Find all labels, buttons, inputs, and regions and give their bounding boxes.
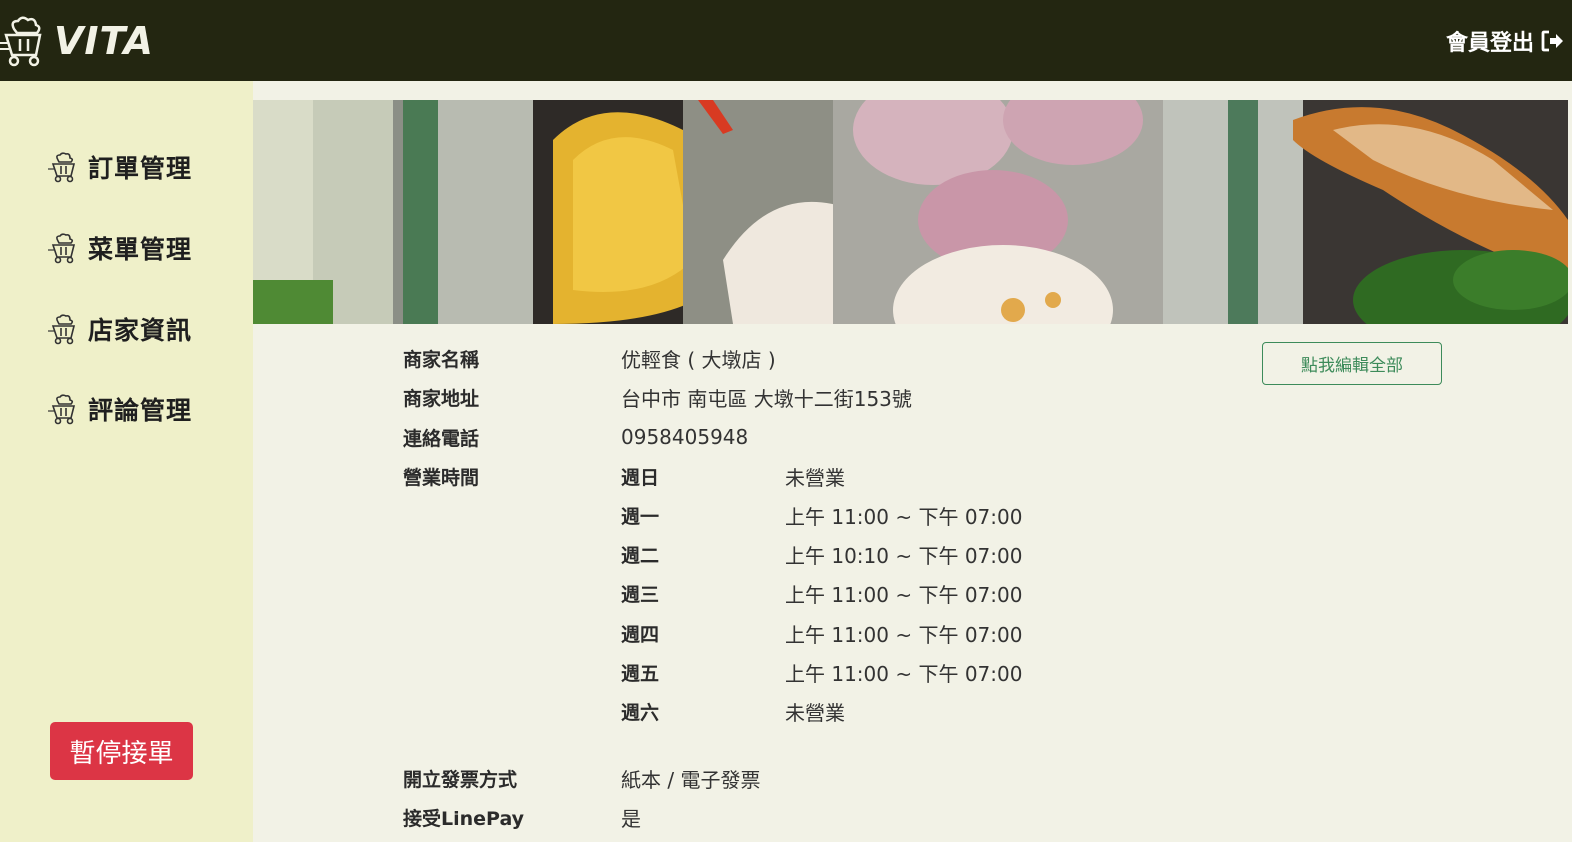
hours-row: 週五 上午 11:00 ~ 下午 07:00 xyxy=(621,657,1022,687)
sign-out-icon xyxy=(1541,30,1563,51)
hours-day: 週三 xyxy=(621,583,660,606)
logout-label: 會員登出 xyxy=(1445,30,1534,56)
store-address-row: 商家地址 台中市 南屯區 大墩十二街153號 xyxy=(403,382,912,412)
hours-day: 週六 xyxy=(621,701,660,724)
sidebar: 訂單管理 菜單管理 店家資訊 評論管理 暫停接單 xyxy=(0,81,253,842)
sidebar-item-store-info[interactable]: 店家資訊 xyxy=(48,311,192,347)
linepay-label: 接受LinePay xyxy=(403,807,525,830)
chef-cart-icon xyxy=(48,314,76,345)
store-phone-row: 連絡電話 0958405948 xyxy=(403,422,748,452)
invoice-value: 紙本 / 電子發票 xyxy=(621,767,761,792)
invoice-label: 開立發票方式 xyxy=(403,768,518,791)
hours-time: 未營業 xyxy=(785,700,845,725)
sidebar-item-reviews[interactable]: 評論管理 xyxy=(48,391,192,427)
hours-row: 週一 上午 11:00 ~ 下午 07:00 xyxy=(621,500,1022,530)
chef-cart-icon xyxy=(48,394,76,425)
hours-day: 週一 xyxy=(621,505,660,528)
hours-time: 上午 10:10 ~ 下午 07:00 xyxy=(785,543,1023,568)
main-content: 點我編輯全部 商家名稱 优輕食 ( 大墩店 ) 商家地址 台中市 南屯區 大墩十… xyxy=(253,81,1572,842)
food-banner-image xyxy=(253,100,1568,324)
sidebar-item-orders[interactable]: 訂單管理 xyxy=(48,149,192,185)
hours-row: 週三 上午 11:00 ~ 下午 07:00 xyxy=(621,578,1022,608)
hours-day: 週五 xyxy=(621,662,660,685)
hours-row: 週四 上午 11:00 ~ 下午 07:00 xyxy=(621,618,1022,648)
hours-day: 週日 xyxy=(621,466,660,489)
pause-orders-button[interactable]: 暫停接單 xyxy=(50,722,193,780)
store-phone-label: 連絡電話 xyxy=(403,427,480,450)
store-phone-value: 0958405948 xyxy=(621,425,749,449)
sidebar-item-label: 店家資訊 xyxy=(88,316,193,345)
chef-cart-icon xyxy=(48,233,76,264)
sidebar-item-label: 菜單管理 xyxy=(88,235,193,264)
chef-cart-icon xyxy=(48,152,76,183)
chef-cart-icon xyxy=(0,16,42,66)
hours-row: 週二 上午 10:10 ~ 下午 07:00 xyxy=(621,539,1022,569)
invoice-row: 開立發票方式 紙本 / 電子發票 xyxy=(403,763,760,793)
logout-button[interactable]: 會員登出 xyxy=(1446,25,1564,57)
sidebar-item-label: 評論管理 xyxy=(88,396,193,425)
hours-time: 上午 11:00 ~ 下午 07:00 xyxy=(785,661,1023,686)
hours-row: 營業時間 週日 未營業 xyxy=(403,461,845,491)
logo[interactable]: VITA xyxy=(0,0,154,81)
linepay-value: 是 xyxy=(621,806,641,831)
store-name-row: 商家名稱 优輕食 ( 大墩店 ) xyxy=(403,343,776,373)
sidebar-item-label: 訂單管理 xyxy=(88,154,193,183)
hours-label: 營業時間 xyxy=(403,466,480,489)
hours-time: 上午 11:00 ~ 下午 07:00 xyxy=(785,504,1023,529)
store-address-label: 商家地址 xyxy=(403,387,480,410)
hours-time: 上午 11:00 ~ 下午 07:00 xyxy=(785,622,1023,647)
hours-time: 上午 11:00 ~ 下午 07:00 xyxy=(785,582,1023,607)
hours-day: 週二 xyxy=(621,544,660,567)
store-name-value: 优輕食 ( 大墩店 ) xyxy=(621,347,776,372)
linepay-row: 接受LinePay 是 xyxy=(403,802,641,832)
sidebar-item-menu[interactable]: 菜單管理 xyxy=(48,230,192,266)
top-bar: VITA 會員登出 xyxy=(0,0,1572,81)
edit-all-button[interactable]: 點我編輯全部 xyxy=(1262,342,1442,385)
hours-row: 週六 未營業 xyxy=(621,696,845,726)
logo-text: VITA xyxy=(54,18,154,63)
hours-day: 週四 xyxy=(621,623,660,646)
store-name-label: 商家名稱 xyxy=(403,348,480,371)
hours-time: 未營業 xyxy=(785,465,845,490)
store-address-value: 台中市 南屯區 大墩十二街153號 xyxy=(621,386,912,411)
